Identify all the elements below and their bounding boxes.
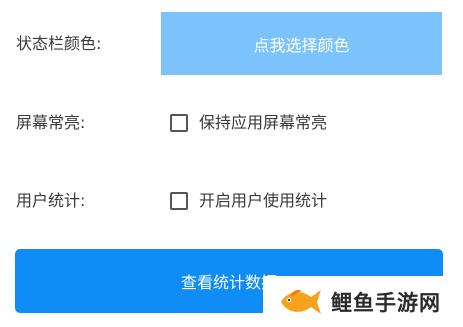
user-statistics-checkbox-label: 开启用户使用统计 xyxy=(199,191,328,210)
status-bar-color-label: 状态栏颜色: xyxy=(16,34,102,53)
settings-screen: 状态栏颜色: 点我选择颜色 屏幕常亮: 保持应用屏幕常亮 用户统计: 开启用户使… xyxy=(0,0,463,327)
user-statistics-checkbox[interactable]: 开启用户使用统计 xyxy=(170,190,327,212)
watermark: 鲤鱼手游网 xyxy=(263,276,463,327)
watermark-text: 鲤鱼手游网 xyxy=(331,290,441,315)
checkbox-unchecked-icon[interactable] xyxy=(170,114,188,132)
fish-logo-icon xyxy=(281,289,321,314)
user-statistics-label: 用户统计: xyxy=(16,191,86,210)
checkbox-unchecked-icon[interactable] xyxy=(170,192,188,210)
keep-screen-on-checkbox-label: 保持应用屏幕常亮 xyxy=(199,113,328,132)
choose-color-button[interactable]: 点我选择颜色 xyxy=(161,12,442,75)
keep-screen-on-label: 屏幕常亮: xyxy=(16,113,86,132)
keep-screen-on-checkbox[interactable]: 保持应用屏幕常亮 xyxy=(170,112,327,134)
